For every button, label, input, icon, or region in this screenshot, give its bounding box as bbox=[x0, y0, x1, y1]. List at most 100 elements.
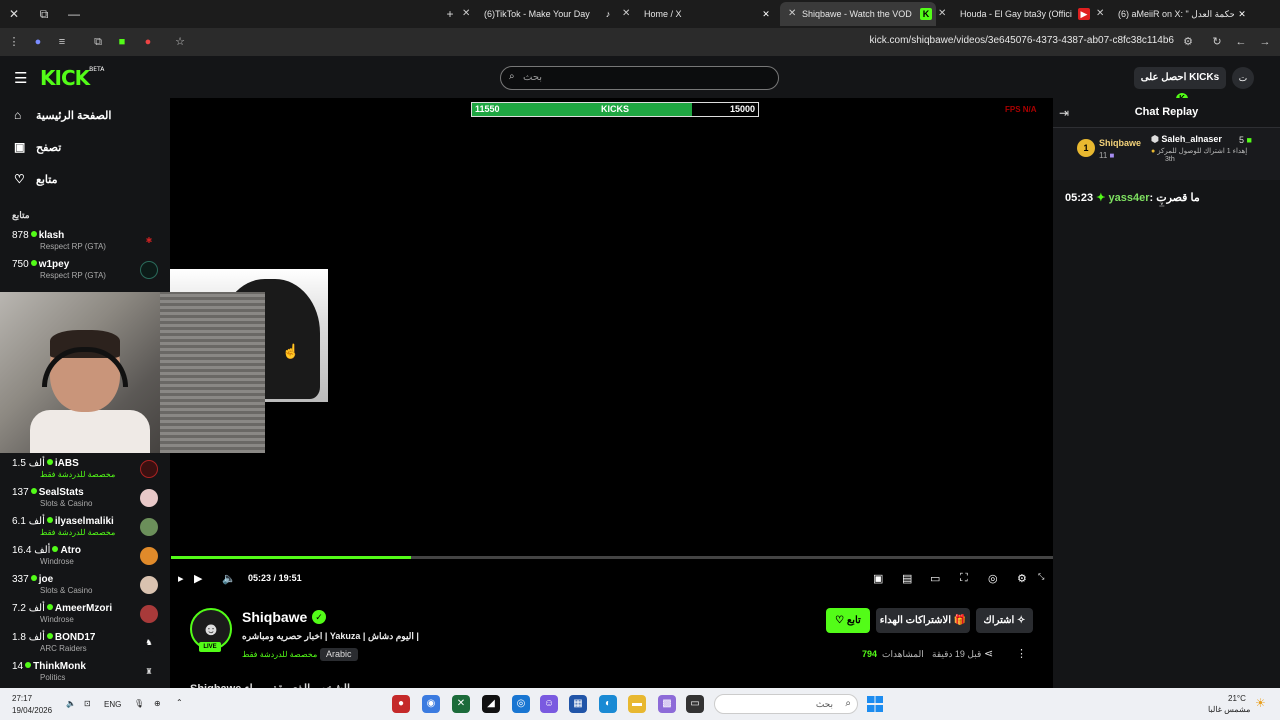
posted-time: قبل 19 دقيقة bbox=[932, 649, 982, 659]
settings-gear-icon[interactable]: ⚙ bbox=[1017, 572, 1027, 585]
followed-channel-item[interactable]: 1.8 ألف BOND17 ARC Raiders ♞ bbox=[0, 632, 170, 660]
speaker-icon[interactable]: 🔈 bbox=[66, 699, 76, 708]
weather-desc[interactable]: مشمس غالبا bbox=[1208, 705, 1250, 714]
followed-channel-item[interactable]: 337 joe Slots & Casino bbox=[0, 574, 170, 602]
clip-icon[interactable]: ▤ bbox=[902, 572, 912, 585]
calculator-icon[interactable]: ▦ bbox=[569, 695, 587, 713]
window-close-icon[interactable]: ✕ bbox=[6, 6, 22, 22]
reading-list-icon[interactable]: ≡ bbox=[54, 34, 70, 50]
viewer-count: 794 المشاهدات bbox=[862, 649, 924, 660]
tab-youtube-houda[interactable]: ✕ Houda - El Gay bta3y (Official L ▶ bbox=[938, 2, 1094, 26]
followed-channel-item[interactable]: 878 klash Respect RP (GTA) ✱ bbox=[0, 230, 170, 258]
tab-close-icon[interactable]: ✕ bbox=[788, 2, 796, 26]
channel-viewers: 878 bbox=[12, 230, 29, 241]
gifter-entry[interactable]: ⬢ Saleh_alnaser bbox=[1151, 134, 1222, 145]
get-kicks-button[interactable]: احصل على KICKsK bbox=[1134, 67, 1226, 106]
network-icon[interactable]: ⊡ bbox=[84, 699, 91, 708]
miniplayer-icon[interactable]: ▣ bbox=[873, 572, 883, 585]
followed-channel-item[interactable]: 1.5 ألف iABS مخصصة للدردشة فقط bbox=[0, 458, 170, 486]
excel-icon[interactable]: ✕ bbox=[452, 695, 470, 713]
extension-icon[interactable]: ● bbox=[30, 34, 46, 50]
forward-icon[interactable]: → bbox=[1257, 34, 1273, 50]
stream-category[interactable]: مخصصة للدردشة فقط bbox=[242, 650, 317, 659]
profile-avatar[interactable]: ت bbox=[1232, 67, 1254, 89]
follow-button[interactable]: ♡ تابع bbox=[826, 608, 870, 633]
video-progress-bar[interactable] bbox=[171, 556, 1053, 559]
new-tab-icon[interactable]: + bbox=[442, 6, 458, 22]
weather-sun-icon[interactable]: ☀ bbox=[1255, 696, 1266, 710]
followed-channel-item[interactable]: 16.4 ألف Atro Windrose bbox=[0, 545, 170, 573]
menu-dots-icon[interactable]: ⋮ bbox=[6, 34, 22, 50]
followed-channel-item[interactable]: 7.2 ألف AmeerMzori Windrose bbox=[0, 603, 170, 631]
window-restore-icon[interactable]: ⧉ bbox=[36, 6, 52, 22]
channel-category: Politics bbox=[40, 673, 66, 682]
gift-subs-button[interactable]: الاشتراكات الهداء 🎁 bbox=[876, 608, 970, 633]
photos-icon[interactable]: ▩ bbox=[658, 695, 676, 713]
input-language[interactable]: ENG bbox=[104, 700, 121, 709]
back-icon[interactable]: ← bbox=[1233, 34, 1249, 50]
video-player[interactable]: 11550 KICKS 15000 FPS N/A ☝ bbox=[0, 98, 1053, 598]
reload-icon[interactable]: ↻ bbox=[1209, 34, 1225, 50]
tab-close-icon[interactable]: ✕ bbox=[1096, 2, 1104, 26]
gift-label: الاشتراكات الهداء bbox=[879, 615, 952, 626]
security-icon[interactable]: ⊕ bbox=[154, 699, 161, 708]
windows-start-icon[interactable] bbox=[867, 696, 883, 712]
followed-channel-item[interactable]: 750 w1pey Respect RP (GTA) bbox=[0, 259, 170, 287]
url-field[interactable]: kick.com/shiqbawe/videos/3e645076-4373-4… bbox=[870, 35, 1174, 46]
followed-channel-item[interactable]: 137 SealStats Slots & Casino bbox=[0, 487, 170, 515]
message-username[interactable]: yass4er bbox=[1108, 192, 1149, 204]
media-app-icon[interactable]: ◢ bbox=[482, 695, 500, 713]
volume-icon[interactable]: 🔈 bbox=[222, 572, 236, 585]
weather-temp[interactable]: 21°C bbox=[1228, 694, 1246, 703]
favorite-star-icon[interactable]: ☆ bbox=[172, 34, 188, 50]
kicks-goal-target: 15000 bbox=[729, 104, 755, 114]
clock-date[interactable]: 19/04/2026 bbox=[12, 706, 52, 715]
mouse-cursor-icon: ☝ bbox=[282, 343, 300, 359]
search-input[interactable]: ⌕ بحث bbox=[500, 66, 779, 90]
fullscreen-icon[interactable]: ⛶ bbox=[960, 572, 968, 585]
kick-logo[interactable]: KICKBETA bbox=[40, 66, 104, 90]
more-options-icon[interactable]: ⋮ bbox=[1016, 647, 1027, 660]
window-minimize-icon[interactable]: — bbox=[66, 6, 82, 22]
vpn-icon[interactable]: ◎ bbox=[512, 695, 530, 713]
collapse-icon[interactable]: ⤡ bbox=[1038, 572, 1044, 582]
channel-name: ilyaselmaliki bbox=[54, 516, 114, 527]
tab-close-icon[interactable]: ✕ bbox=[938, 2, 946, 26]
edge-icon[interactable]: ◐ bbox=[599, 695, 617, 713]
tab-kick-vod[interactable]: ✕ Shiqbawe - Watch the VOD on K bbox=[780, 2, 936, 26]
sparkle-badge-icon: ✦ bbox=[1096, 192, 1106, 204]
channel-avatar bbox=[140, 605, 158, 623]
microphone-icon[interactable]: 🎙 bbox=[134, 699, 144, 708]
app-icon[interactable]: ● bbox=[392, 695, 410, 713]
extension-puzzle-icon[interactable]: ■ bbox=[114, 34, 130, 50]
collections-icon[interactable]: ⧉ bbox=[90, 34, 106, 50]
tab-x-ameiir[interactable]: ✕ (6) aMeiiR on X: " حكمة العدل ✕ bbox=[1096, 2, 1252, 26]
channel-name[interactable]: Shiqbawe bbox=[242, 609, 307, 625]
taskbar-search-input[interactable]: بحث ⌕ bbox=[714, 694, 858, 714]
site-settings-icon[interactable]: ⚙ bbox=[1180, 34, 1196, 50]
followed-channel-item[interactable]: 6.1 ألف ilyaselmaliki مخصصة للدردشة فقط bbox=[0, 516, 170, 544]
share-icon[interactable]: ⋖ bbox=[984, 647, 993, 660]
tray-expand-icon[interactable]: ⌃ bbox=[176, 698, 183, 707]
channel-viewers: 1.8 ألف bbox=[12, 632, 45, 643]
language-tag[interactable]: Arabic bbox=[320, 648, 358, 661]
tab-close-icon[interactable]: ✕ bbox=[622, 2, 630, 26]
clock-time[interactable]: 27:17 bbox=[12, 694, 32, 703]
terminal-icon[interactable]: ▭ bbox=[686, 695, 704, 713]
hamburger-menu-icon[interactable]: ☰ bbox=[14, 69, 27, 87]
step-forward-icon[interactable]: ▸ bbox=[178, 572, 184, 585]
top-gifter-name[interactable]: Shiqbawe bbox=[1099, 138, 1141, 148]
discord-icon[interactable]: ☺ bbox=[540, 695, 558, 713]
theater-mode-icon[interactable]: ▭ bbox=[930, 572, 940, 585]
extension-badge-icon[interactable]: ● bbox=[140, 34, 156, 50]
tab-close-icon[interactable]: ✕ bbox=[462, 2, 470, 26]
file-explorer-icon[interactable]: ▬ bbox=[628, 695, 646, 713]
followed-channel-item[interactable]: 14 ThinkMonk Politics ♜ bbox=[0, 661, 170, 689]
tab-x-home[interactable]: ✕ Home / X ✕ bbox=[622, 2, 778, 26]
play-icon[interactable]: ▶ bbox=[194, 572, 202, 585]
speed-icon[interactable]: ◎ bbox=[988, 572, 998, 585]
tab-tiktok[interactable]: ✕ (6)TikTok - Make Your Day ♪ bbox=[462, 2, 622, 26]
chrome-icon[interactable]: ◉ bbox=[422, 695, 440, 713]
subscribe-button[interactable]: اشتراك ✧ bbox=[976, 608, 1033, 633]
channel-avatar bbox=[140, 489, 158, 507]
